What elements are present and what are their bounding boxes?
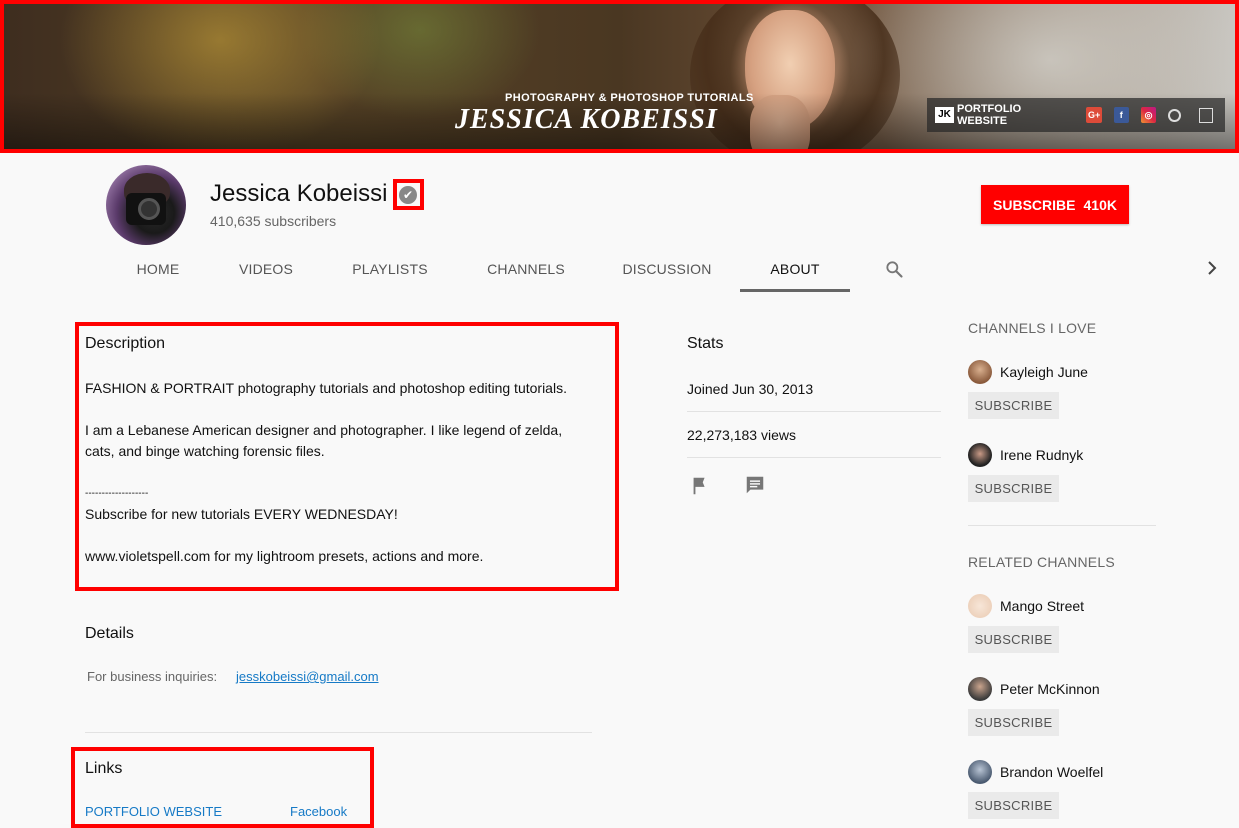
divider [687, 411, 941, 412]
chevron-right-icon[interactable] [1206, 261, 1218, 275]
description-title: Description [85, 335, 166, 352]
tab-home[interactable]: HOME [106, 252, 210, 292]
square-icon[interactable] [1198, 107, 1213, 123]
subscribe-button-small[interactable]: SUBSCRIBE [968, 626, 1059, 653]
subscribe-count: 410K [1083, 196, 1117, 213]
subscribe-button-small[interactable]: SUBSCRIBE [968, 709, 1059, 736]
divider [968, 525, 1156, 526]
channel-avatar-small[interactable] [968, 443, 992, 467]
tab-about[interactable]: ABOUT [740, 252, 850, 292]
channels-i-love-title: CHANNELS I LOVE [968, 320, 1097, 336]
banner-portfolio-link[interactable]: PORTFOLIO WEBSITE [957, 103, 1068, 127]
google-plus-icon[interactable]: G+ [1086, 107, 1102, 123]
description-line: www.violetspell.com for my lightroom pre… [85, 548, 484, 564]
description-line: Subscribe for new tutorials EVERY WEDNES… [85, 506, 398, 522]
description-divider: ------------------- [85, 488, 149, 499]
subscriber-count: 410,635 subscribers [210, 213, 337, 229]
channel-link[interactable]: Brandon Woelfel [1000, 764, 1103, 780]
links-title: Links [85, 760, 123, 777]
divider [687, 457, 941, 458]
description-line: cats, and binge watching forensic files. [85, 443, 325, 459]
channel-name: Jessica Kobeissi [210, 180, 388, 207]
tab-channels[interactable]: CHANNELS [474, 252, 578, 292]
facebook-icon[interactable]: f [1113, 107, 1129, 123]
verified-check-icon: ✔ [399, 186, 417, 204]
business-inquiries-label: For business inquiries: [87, 669, 218, 684]
joined-date: Joined Jun 30, 2013 [687, 381, 814, 397]
subscribe-label: SUBSCRIBE [993, 196, 1076, 213]
channel-avatar-small[interactable] [968, 677, 992, 701]
globe-icon[interactable] [1168, 108, 1181, 122]
jk-logo-icon[interactable]: JK [935, 107, 954, 123]
subscribe-button-small[interactable]: SUBSCRIBE [968, 392, 1059, 419]
divider [85, 732, 592, 733]
instagram-icon[interactable]: ◎ [1140, 107, 1157, 123]
channel-link[interactable]: Kayleigh June [1000, 364, 1088, 380]
banner-subtitle: PHOTOGRAPHY & PHOTOSHOP TUTORIALS [505, 92, 754, 104]
tab-playlists[interactable]: PLAYLISTS [336, 252, 444, 292]
channel-link[interactable]: Mango Street [1000, 598, 1084, 614]
details-title: Details [85, 625, 134, 642]
facebook-link[interactable]: Facebook [290, 804, 347, 819]
stats-title: Stats [687, 335, 724, 352]
channel-banner: PHOTOGRAPHY & PHOTOSHOP TUTORIALS JESSIC… [0, 0, 1239, 153]
channel-link[interactable]: Peter McKinnon [1000, 681, 1100, 697]
tab-videos[interactable]: VIDEOS [214, 252, 318, 292]
related-channels-title: RELATED CHANNELS [968, 554, 1115, 570]
search-icon[interactable] [884, 259, 904, 279]
channel-avatar-small[interactable] [968, 760, 992, 784]
banner-title: JESSICA KOBEISSI [455, 104, 718, 135]
message-icon[interactable] [744, 474, 766, 496]
channel-avatar-small[interactable] [968, 594, 992, 618]
description-line: I am a Lebanese American designer and ph… [85, 422, 563, 438]
tab-discussion[interactable]: DISCUSSION [612, 252, 722, 292]
subscribe-button-small[interactable]: SUBSCRIBE [968, 475, 1059, 502]
view-count: 22,273,183 views [687, 427, 796, 443]
avatar-lens [138, 198, 160, 220]
subscribe-button[interactable]: SUBSCRIBE 410K [981, 185, 1129, 224]
portfolio-website-link[interactable]: PORTFOLIO WEBSITE [85, 804, 222, 819]
channel-link[interactable]: Irene Rudnyk [1000, 447, 1083, 463]
subscribe-button-small[interactable]: SUBSCRIBE [968, 792, 1059, 819]
flag-icon[interactable] [689, 475, 711, 497]
banner-links-bar: JK PORTFOLIO WEBSITE G+ f ◎ [927, 98, 1225, 132]
channel-avatar[interactable] [106, 165, 186, 245]
channel-avatar-small[interactable] [968, 360, 992, 384]
description-line: FASHION & PORTRAIT photography tutorials… [85, 380, 567, 396]
business-email-link[interactable]: jesskobeissi@gmail.com [236, 669, 379, 684]
